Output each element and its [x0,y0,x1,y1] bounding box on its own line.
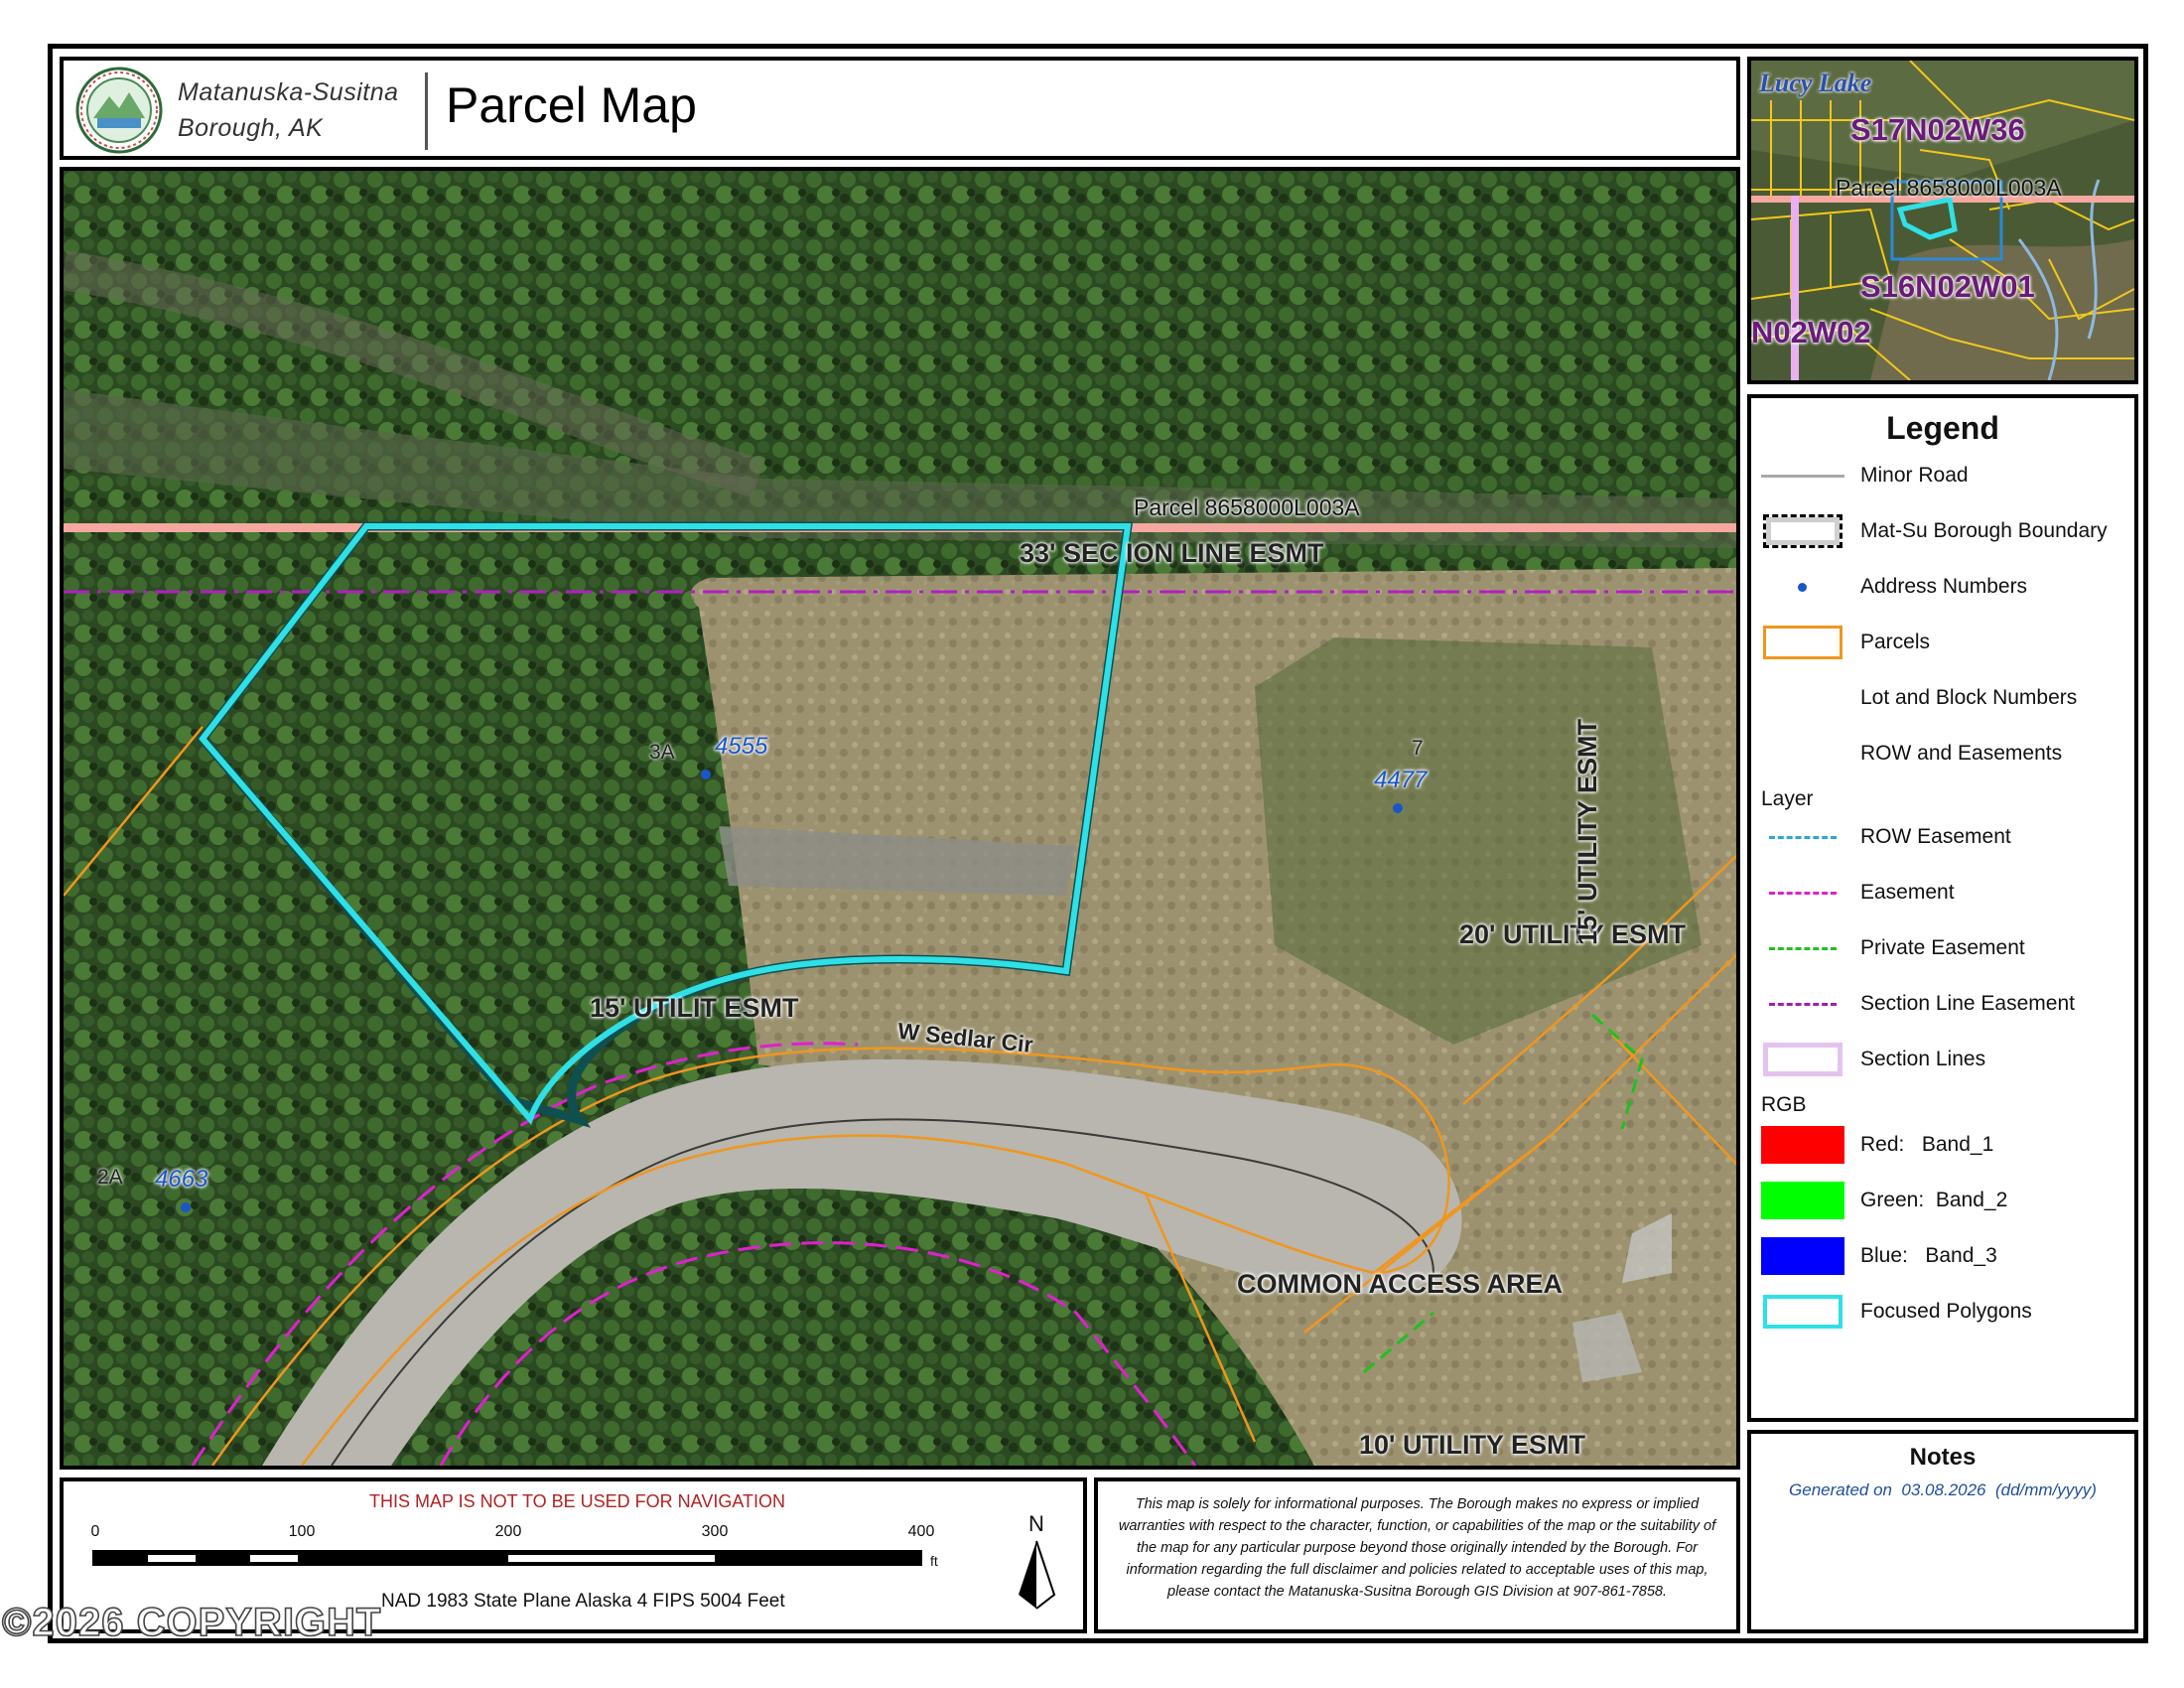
minor-road-line-icon [1761,457,1844,494]
utility-easement-15-label: 15' UTILIT ESMT [590,993,799,1023]
legend-rgb-heading: RGB [1761,1093,1807,1116]
inset-section-label-south: S16N02W01 [1860,269,2035,304]
legend-item-private-easement: Private Easement [1761,928,2025,968]
legend-item-focused-polygons: Focused Polygons [1761,1292,2032,1332]
legend-item-section-line-easement: Section Line Easement [1761,984,2075,1024]
legend-item-row-easements: ROW and Easements [1761,734,2062,774]
scale-tick-300: 300 [701,1523,729,1540]
disclaimer-panel: This map is solely for informational pur… [1094,1477,1740,1633]
legend-panel: Legend Minor Road Mat-Su Borough Boundar… [1747,394,2138,1422]
row-easement-line-icon [1761,818,1844,856]
inset-lake-label: Lucy Lake [1759,69,1872,97]
legend-label: ROW and Easements [1860,742,2063,765]
legend-item-address: Address Numbers [1761,567,2027,607]
notes-panel: Notes Generated on 03.08.2026 (dd/mm/yyy… [1747,1430,2138,1633]
section-line-easement-icon [1761,985,1844,1023]
page-title: Parcel Map [446,77,697,133]
red-band-swatch-icon [1761,1126,1844,1164]
legend-item-boundary: Mat-Su Borough Boundary [1761,511,2108,551]
legend-label: Minor Road [1860,464,1969,487]
address-point-4555[interactable] [701,770,711,779]
common-access-area-label: COMMON ACCESS AREA [1237,1269,1564,1299]
legend-title: Legend [1886,410,1999,446]
address-point-4477[interactable] [1393,803,1403,813]
legend-label: Mat-Su Borough Boundary [1860,519,2108,542]
main-map[interactable]: Parcel 8658000L003A 33' SEC ION LINE ESM… [60,167,1740,1470]
legend-label: Address Numbers [1860,575,2028,598]
utility-easement-15-vertical-label: 15' UTILITY ESMT [1572,719,1602,945]
inset-overview-map[interactable]: Lucy Lake S17N02W36 Parcel 8658000L003A … [1747,57,2138,384]
scale-tick-400: 400 [907,1523,935,1540]
section-lines-swatch-icon [1761,1041,1844,1078]
legend-layer-heading: Layer [1761,787,1814,810]
projection-label: NAD 1983 State Plane Alaska 4 FIPS 5004 … [381,1591,785,1612]
legend-label: Blue: Band_3 [1860,1244,1997,1267]
lot-label-7: 7 [1412,737,1424,760]
legend-item-green-band: Green: Band_2 [1761,1181,2007,1220]
org-line-1: Matanuska-Susitna [178,78,399,106]
generated-date: Generated on 03.08.2026 (dd/mm/yyyy) [1789,1480,2097,1499]
legend-label: Section Line Easement [1860,992,2075,1015]
legend-item-parcels: Parcels [1761,623,1930,662]
disclaimer-text: This map is solely for informational pur… [1118,1496,1716,1600]
parcel-id-label: Parcel 8658000L003A [1134,494,1360,520]
green-band-swatch-icon [1761,1182,1844,1219]
legend-item-red-band: Red: Band_1 [1761,1125,1993,1165]
address-label-4663[interactable]: 4663 [155,1166,207,1194]
address-point-4663[interactable] [181,1202,191,1212]
org-line-2: Borough, AK [178,114,324,142]
scale-tick-0: 0 [90,1523,100,1540]
easement-line-icon [1761,874,1844,912]
address-label-4477[interactable]: 4477 [1374,767,1427,794]
scale-tick-100: 100 [288,1523,316,1540]
legend-label: ROW Easement [1860,825,2011,848]
legend-item-section-lines: Section Lines [1761,1040,1985,1079]
borough-seal-icon [75,67,163,154]
legend-label: Private Easement [1860,936,2025,959]
title-divider [425,72,428,150]
boundary-swatch-icon [1761,512,1844,550]
legend-label: Lot and Block Numbers [1860,686,2078,709]
north-arrow-icon: N [1007,1511,1066,1611]
legend-item-blue-band: Blue: Band_3 [1761,1236,1997,1276]
section-line-easement-label: 33' SEC ION LINE ESMT [1020,538,1324,568]
parcel-swatch-icon [1761,624,1844,661]
legend-item-easement: Easement [1761,873,1955,913]
focused-polygon-swatch-icon [1761,1293,1844,1331]
scale-unit: ft [930,1553,938,1569]
address-label-4555[interactable]: 4555 [715,733,767,761]
navigation-warning: THIS MAP IS NOT TO BE USED FOR NAVIGATIO… [368,1491,786,1511]
scale-tick-200: 200 [494,1523,522,1540]
legend-label: Section Lines [1860,1048,1986,1070]
legend-item-row-easement: ROW Easement [1761,817,2011,857]
organization-name: Matanuska-Susitna Borough, AK [178,74,399,146]
legend-item-lot-block: Lot and Block Numbers [1761,678,2077,718]
blue-band-swatch-icon [1761,1237,1844,1275]
private-easement-line-icon [1761,929,1844,967]
north-label: N [1028,1511,1044,1536]
scale-bar [92,1550,922,1566]
legend-label: Red: Band_1 [1860,1133,1994,1156]
inset-section-label-west: N02W02 [1751,315,1871,350]
legend-label: Parcels [1860,631,1931,653]
legend-label: Focused Polygons [1860,1300,2032,1323]
notes-title: Notes [1909,1444,1977,1471]
inset-section-label-north: S17N02W36 [1850,112,2025,147]
copyright-watermark: ©2026 COPYRIGHT [1,1600,382,1645]
lot-label-2a: 2A [97,1166,123,1189]
legend-label: Green: Band_2 [1860,1189,2008,1211]
legend-label: Easement [1860,881,1955,904]
title-block: Matanuska-Susitna Borough, AK Parcel Map [60,57,1740,160]
legend-item-minor-road: Minor Road [1761,456,1969,495]
lot-label-3a: 3A [649,741,675,764]
inset-parcel-label: Parcel 8658000L003A [1836,175,2062,201]
utility-easement-10-label: 10' UTILITY ESMT [1359,1430,1585,1460]
address-dot-icon [1761,568,1844,606]
